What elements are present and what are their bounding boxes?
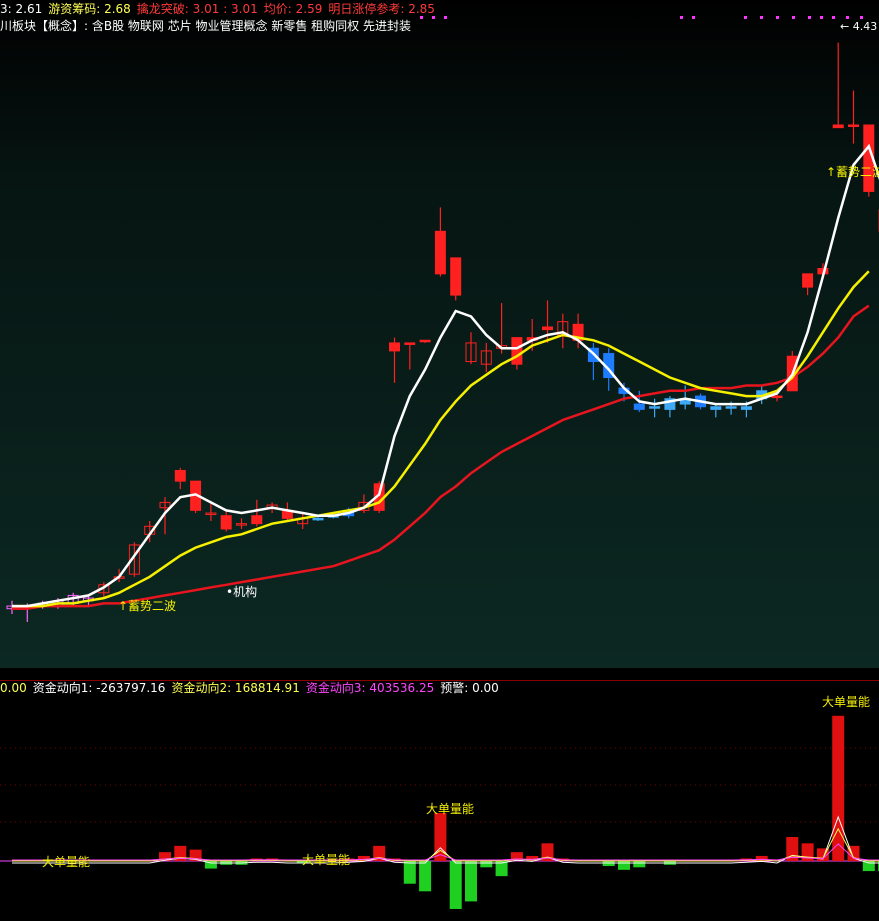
xushi-annotation-right: ↑蓄势二波: [826, 165, 879, 179]
vol-item: 资金动向3: 403536.25: [305, 681, 435, 695]
signal-dot: [776, 16, 779, 19]
main-item: 擒龙突破: 3.01 : 3.01: [136, 2, 258, 16]
big-order-label-2: 大单量能: [302, 853, 350, 867]
signal-dot: [692, 16, 695, 19]
candle-body: [511, 337, 523, 365]
xushi-annotation-left: ↑蓄势二波: [118, 599, 176, 613]
ma-white-line: [12, 143, 879, 608]
signal-dot: [832, 16, 835, 19]
signal-dot: [820, 16, 823, 19]
stock-chart-window: { "header": { "line1": [ {"label":"3","v…: [0, 0, 879, 921]
signal-dot: [744, 16, 747, 19]
candle-body: [251, 515, 263, 525]
fund-bar: [465, 861, 477, 902]
fund-bar: [633, 861, 646, 868]
concept-header: 川板块【概念】: 含B股 物联网 芯片 物业管理概念 新零售 租购同权 先进封装: [0, 19, 411, 33]
vol-item: 预警: 0.00: [440, 681, 499, 695]
vol-item: 0.00: [0, 681, 27, 695]
candle-body: [848, 124, 859, 127]
main-item: 3: 2.61: [0, 2, 43, 16]
vol-item: 资金动向2: 168814.91: [171, 681, 300, 695]
indicator-header-main: 3: 2.61 游资筹码: 2.68 擒龙突破: 3.01 : 3.01 均价: 2.…: [0, 2, 441, 16]
main-item: 游资筹码: 2.68: [48, 2, 131, 16]
candle-body: [832, 124, 844, 129]
fund-bar: [419, 861, 432, 892]
candle-body: [312, 517, 324, 521]
candle-body: [434, 230, 446, 275]
fund-bar: [602, 861, 615, 867]
candle-body: [389, 342, 400, 352]
candle-body: [802, 273, 814, 288]
signal-dot: [792, 16, 795, 19]
ma-red-line: [12, 304, 870, 610]
candle-body: [649, 406, 661, 409]
big-order-label-1: 大单量能: [42, 855, 90, 869]
candle-body: [450, 257, 462, 296]
main-item: 明日涨停参考: 2.85: [328, 2, 435, 16]
signal-dot: [760, 16, 763, 19]
candle-body: [633, 403, 645, 410]
signal-dot: [444, 16, 447, 19]
signal-dot: [680, 16, 683, 19]
big-order-label-3: 大单量能: [426, 802, 474, 816]
ma-yellow-line: [12, 270, 870, 608]
chart-canvas: ← 4.43↑蓄势二波•机构↑蓄势二波大单量能 大单量能大单量能大单量能: [0, 16, 879, 909]
candle-body: [404, 342, 416, 345]
vol-item: 资金动向1: -263797.16: [32, 681, 166, 695]
indicator-header-volume: 0.00 资金动向1: -263797.16 资金动向2: 168814.91 资金动…: [0, 681, 505, 695]
jigou-annotation: •机构: [226, 584, 257, 599]
fund-bar: [480, 861, 493, 868]
candle-body: [542, 326, 553, 331]
candle-body: [710, 406, 722, 410]
signal-dot: [420, 16, 423, 19]
signal-dot: [808, 16, 811, 19]
signal-dot: [860, 16, 863, 19]
candle-body: [725, 406, 737, 409]
big-order-label-4: 大单量能: [822, 695, 870, 709]
main-item: 均价: 2.59: [263, 2, 323, 16]
candle-body: [740, 406, 752, 410]
candle-body: [771, 395, 783, 399]
fund-bar: [403, 861, 416, 884]
fund-bar: [618, 861, 630, 870]
signal-dot: [846, 16, 849, 19]
fund-bar: [449, 861, 462, 909]
candle-body: [174, 470, 186, 482]
max-price-label: ← 4.43: [840, 20, 877, 33]
signal-dot: [432, 16, 435, 19]
fund-bar: [832, 715, 845, 861]
candle-body: [419, 339, 431, 343]
candle-body: [220, 515, 232, 530]
